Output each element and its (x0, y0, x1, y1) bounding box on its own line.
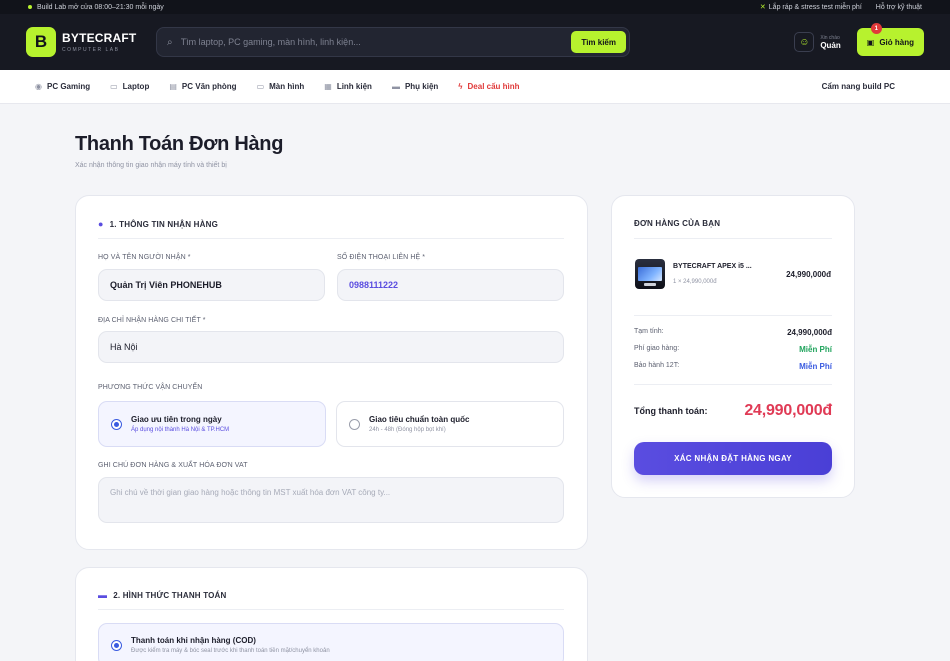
search-bar: ⌕ Tìm kiếm (156, 27, 630, 57)
order-item: BYTECRAFT APEX i5 ... 1 × 24,990,000đ 24… (635, 257, 831, 291)
nav-guide-link[interactable]: Cẩm nang build PC (822, 82, 895, 91)
shipping-section-title: ● 1. THÔNG TIN NHẬN HÀNG (98, 219, 219, 229)
radio-unselected[interactable] (349, 418, 360, 430)
nav-item-pc-gaming[interactable]: ◉ PC Gaming (35, 82, 90, 91)
order-summary-title: ĐƠN HÀNG CỦA BẠN (634, 219, 721, 228)
phone-label: SỐ ĐIỆN THOẠI LIÊN HỆ * (337, 254, 426, 261)
name-label: HỌ VÀ TÊN NGƯỜI NHẬN * (98, 254, 191, 261)
monitor-icon: ▭ (256, 82, 265, 91)
page-title: Thanh Toán Đơn Hàng (75, 133, 284, 155)
credit-card-icon: ▬ (98, 590, 108, 600)
confirm-order-button[interactable]: XÁC NHẬN ĐẶT HÀNG NGAY (634, 442, 832, 475)
address-label: ĐỊA CHỈ NHẬN HÀNG CHI TIẾT * (98, 317, 206, 324)
keyboard-icon: ▬ (391, 82, 400, 91)
account-text: Xin chào Quản (820, 35, 840, 50)
cart-button[interactable]: ▣ 1 Giỏ hàng (856, 23, 924, 56)
nav-item-deal[interactable]: ϟ Deal cấu hình (458, 82, 519, 91)
status-dot (28, 5, 32, 9)
location-pin-icon: ● (98, 219, 104, 229)
wrench-icon: ✕ (759, 4, 766, 11)
search-input[interactable] (180, 37, 572, 47)
option-text: Giao ưu tiên trong ngày Áp dụng nội thàn… (131, 415, 229, 433)
product-thumbnail (635, 259, 665, 289)
cart-count-badge: 1 (870, 23, 882, 34)
monitor-stand (644, 283, 656, 286)
option-text: Thanh toán khi nhận hàng (COD) Được kiểm… (131, 636, 330, 654)
address-field[interactable]: Hà Nội (98, 331, 564, 363)
payment-option-cod[interactable]: Thanh toán khi nhận hàng (COD) Được kiểm… (98, 623, 564, 661)
logo-mark: B (26, 27, 56, 57)
radio-selected[interactable] (111, 418, 122, 430)
payment-section-title: ▬ 2. HÌNH THỨC THANH TOÁN (98, 590, 227, 600)
shipping-option-standard[interactable]: Giao tiêu chuẩn toàn quốc 24h - 48h (Đón… (336, 401, 564, 447)
option-desc: Áp dụng nội thành Hà Nội & TP.HCM (131, 427, 230, 433)
promo-text: ✕ Lắp ráp & stress test miễn phí (759, 4, 862, 11)
nav-item-phu-kien[interactable]: ▬ Phụ kiện (392, 82, 438, 91)
laptop-icon: ▭ (110, 82, 118, 91)
option-desc: Được kiểm tra máy & bóc seal trước khi t… (131, 648, 330, 654)
bolt-icon: ϟ (458, 82, 463, 91)
section-divider (98, 609, 564, 610)
nav-item-pc-van-phong[interactable]: ▤ PC Văn phòng (169, 82, 236, 91)
chip-icon: ▦ (324, 82, 332, 91)
nav-item-man-hinh[interactable]: ▭ Màn hình (257, 82, 305, 91)
total-value: 24,990,000đ (744, 402, 832, 419)
warranty-row: Bảo hành 12T: Miễn Phí (634, 362, 832, 371)
section-divider (98, 238, 564, 239)
category-nav: ◉ PC Gaming ▭ Laptop ▤ PC Văn phòng ▭ Màn hì… (0, 70, 950, 104)
option-text: Giao tiêu chuẩn toàn quốc 24h - 48h (Đón… (369, 415, 469, 433)
subtotal-row: Tạm tính: 24,990,000đ (634, 328, 832, 337)
total-label: Tổng thanh toán: (634, 406, 708, 416)
product-name: BYTECRAFT APEX i5 ... (673, 263, 752, 270)
note-label: GHI CHÚ ĐƠN HÀNG & XUẤT HÓA ĐƠN VAT (98, 462, 248, 469)
note-textarea[interactable]: Ghi chú về thời gian giao hàng hoặc thôn… (98, 477, 564, 523)
account-menu[interactable]: ☺ Xin chào Quản (794, 32, 841, 52)
cart-label: Giỏ hàng (879, 37, 914, 47)
subtotal-value: 24,990,000đ (787, 328, 832, 337)
section-divider (634, 315, 832, 316)
gamepad-icon: ◉ (35, 82, 42, 91)
search-icon: ⌕ (167, 36, 173, 48)
warranty-value: Miễn Phí (799, 362, 832, 371)
page-subtitle: Xác nhận thông tin giao nhận máy tính và… (75, 162, 227, 169)
bag-icon: ▣ (866, 37, 875, 47)
option-title: Giao ưu tiên trong ngày (131, 415, 222, 424)
account-name: Quản (820, 40, 841, 50)
brand-name: BYTECRAFT (62, 31, 137, 45)
logo-text: BYTECRAFT COMPUTER LAB (62, 31, 136, 53)
product-price: 24,990,000đ (786, 269, 831, 279)
name-field[interactable]: Quản Trị Viên PHONEHUB (98, 269, 325, 301)
option-title: Giao tiêu chuẩn toàn quốc (369, 415, 470, 424)
shipping-fee-value: Miễn Phí (799, 345, 832, 354)
nav-item-linh-kien[interactable]: ▦ Linh kiện (324, 82, 372, 91)
brand-subtitle: COMPUTER LAB (62, 47, 120, 53)
monitor-image (638, 267, 662, 281)
phone-field[interactable]: 0988111222 (337, 269, 564, 301)
option-desc: 24h - 48h (Đóng hộp bọt khí) (369, 427, 446, 433)
total-row: Tổng thanh toán: 24,990,000đ (634, 402, 832, 420)
search-button[interactable]: Tìm kiếm (571, 31, 626, 53)
subtotal-label: Tạm tính: (634, 328, 664, 335)
briefcase-icon: ▤ (169, 82, 177, 91)
shipping-fee-row: Phí giao hàng: Miễn Phí (634, 345, 832, 354)
topbar-right: ✕ Lắp ráp & stress test miễn phí Hỗ trợ k… (759, 3, 922, 12)
logo[interactable]: B BYTECRAFT COMPUTER LAB (26, 27, 156, 57)
top-info-bar: Build Lab mở cửa 08:00–21:30 mỗi ngày ✕ L… (0, 0, 950, 14)
store-hours: Build Lab mở cửa 08:00–21:30 mỗi ngày (37, 3, 164, 11)
option-title: Thanh toán khi nhận hàng (COD) (131, 636, 256, 645)
section-divider (634, 384, 832, 385)
shipping-option-express[interactable]: Giao ưu tiên trong ngày Áp dụng nội thàn… (98, 401, 326, 447)
site-header: B BYTECRAFT COMPUTER LAB ⌕ Tìm kiếm ☺ Xi… (0, 14, 950, 70)
support-link[interactable]: Hỗ trợ kỹ thuật (876, 4, 922, 11)
warranty-label: Bảo hành 12T: (634, 362, 680, 369)
user-icon: ☺ (794, 32, 815, 52)
product-qty: 1 × 24,990,000đ (673, 279, 717, 285)
nav-item-laptop[interactable]: ▭ Laptop (110, 82, 149, 91)
section-divider (634, 238, 832, 239)
shipping-method-label: PHƯƠNG THỨC VẬN CHUYỂN (98, 384, 203, 391)
product-info: BYTECRAFT APEX i5 ... 1 × 24,990,000đ (673, 263, 778, 285)
radio-selected[interactable] (111, 639, 122, 651)
shipping-fee-label: Phí giao hàng: (634, 345, 680, 352)
